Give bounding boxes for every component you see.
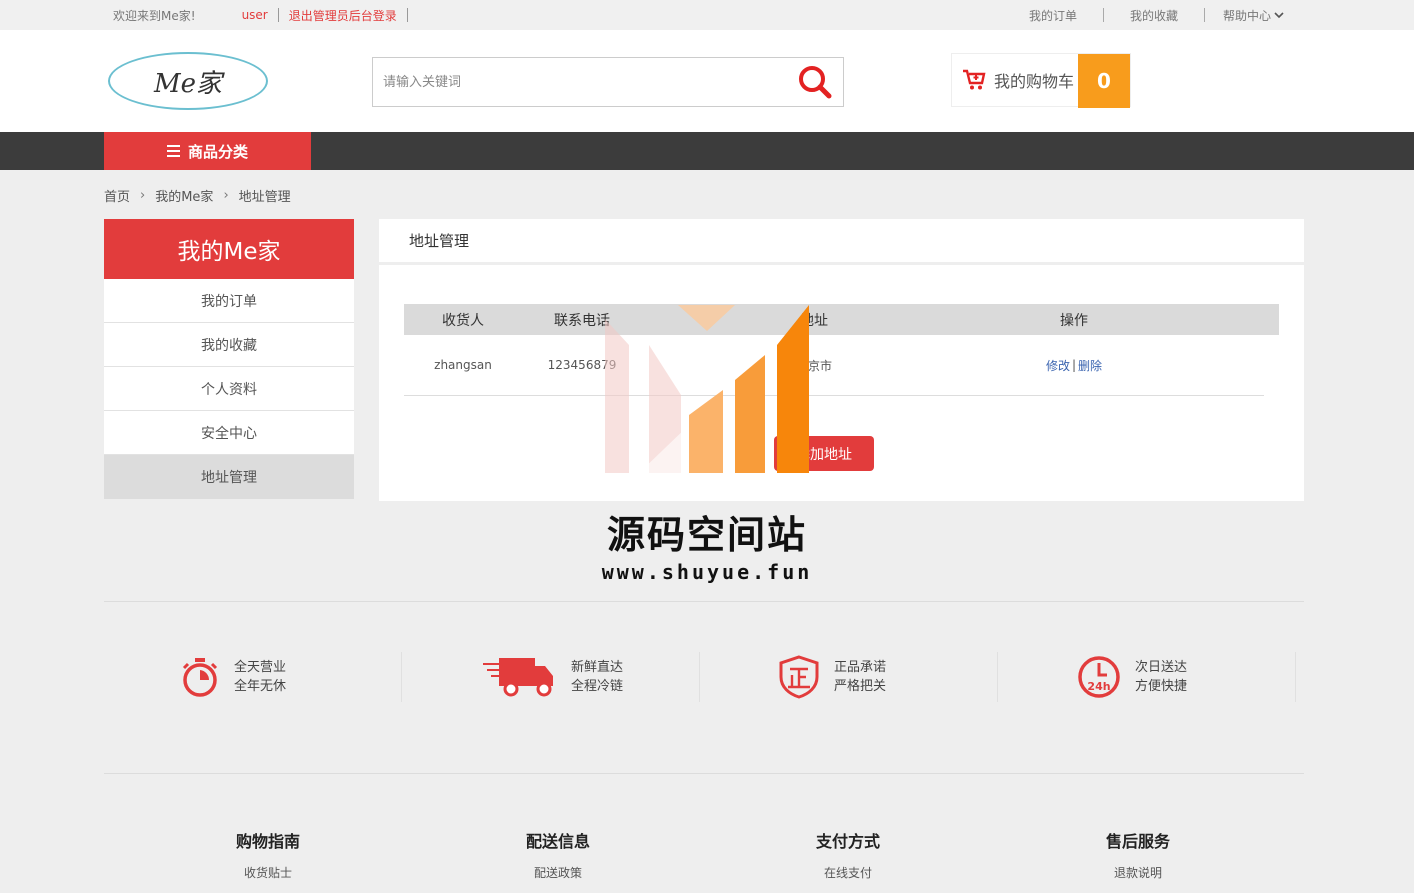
svg-text:24h: 24h xyxy=(1087,680,1110,693)
footer-heading: 购物指南 xyxy=(235,832,300,851)
column-header-actions: 操作 xyxy=(1060,312,1088,329)
sidebar-item-security[interactable]: 安全中心 xyxy=(104,411,354,455)
chevron-down-icon xyxy=(1274,12,1284,19)
site-logo[interactable]: Me家 xyxy=(108,52,268,110)
footer-heading: 配送信息 xyxy=(525,832,590,851)
edit-link[interactable]: 修改 xyxy=(1046,357,1070,374)
feature-genuine: 正品承诺 严格把关 xyxy=(778,652,886,702)
my-favorites-link[interactable]: 我的收藏 xyxy=(1104,7,1204,24)
clock-24h-icon: 24h xyxy=(1078,656,1120,698)
help-center-dropdown[interactable]: 帮助中心 xyxy=(1205,7,1284,24)
action-separator: | xyxy=(1071,358,1077,372)
menu-icon xyxy=(166,145,180,157)
sidebar-title: 我的Me家 xyxy=(104,219,354,279)
footer-column-payment: 支付方式 在线支付 xyxy=(768,828,928,881)
feature-line2: 全程冷链 xyxy=(571,679,624,694)
category-label: 商品分类 xyxy=(187,142,248,161)
search-box xyxy=(372,57,844,107)
column-header-recipient: 收货人 xyxy=(442,312,484,329)
breadcrumb-my-me[interactable]: 我的Me家 xyxy=(155,186,213,205)
account-sidebar: 我的Me家 我的订单 我的收藏 个人资料 安全中心 地址管理 xyxy=(104,219,354,499)
delivery-truck-icon xyxy=(483,658,553,697)
username-link[interactable]: user xyxy=(242,8,268,22)
stopwatch-icon xyxy=(182,658,218,697)
sidebar-item-my-favorites[interactable]: 我的收藏 xyxy=(104,323,354,367)
my-orders-link[interactable]: 我的订单 xyxy=(1003,7,1103,24)
watermark-title: 源码空间站 xyxy=(606,513,807,557)
divider xyxy=(104,601,1304,602)
feature-line2: 全年无休 xyxy=(234,679,287,694)
feature-line1: 全天营业 xyxy=(234,660,287,675)
watermark-url: www.shuyue.fun xyxy=(601,560,813,584)
feature-line1: 新鲜直达 xyxy=(571,660,624,675)
breadcrumb-current: 地址管理 xyxy=(238,189,291,205)
sidebar-item-address[interactable]: 地址管理 xyxy=(104,455,354,499)
feature-line2: 严格把关 xyxy=(834,679,887,694)
divider xyxy=(277,8,279,22)
logout-link[interactable]: 退出管理员后台登录 xyxy=(289,7,397,24)
feature-line1: 正品承诺 xyxy=(834,660,887,675)
feature-text: 正品承诺 严格把关 xyxy=(834,658,886,696)
table-header: 收货人 联系电话 地址 操作 xyxy=(404,304,1279,335)
footer-heading: 售后服务 xyxy=(1105,832,1170,851)
chevron-right-icon: › xyxy=(140,187,146,203)
feature-next-day: 24h 次日送达 方便快捷 xyxy=(1077,652,1187,702)
feature-text: 次日送达 方便快捷 xyxy=(1135,658,1187,696)
welcome-text: 欢迎来到Me家! xyxy=(113,8,196,23)
footer-column-delivery: 配送信息 配送政策 xyxy=(478,828,638,881)
footer-column-shopping-guide: 购物指南 收货贴士 xyxy=(188,828,348,881)
search-input[interactable] xyxy=(383,58,783,106)
delete-link[interactable]: 删除 xyxy=(1078,357,1102,374)
category-menu-button[interactable]: 商品分类 xyxy=(104,132,311,170)
sidebar-item-profile[interactable]: 个人资料 xyxy=(104,367,354,411)
footer-link[interactable]: 配送政策 xyxy=(478,864,638,881)
cart-label: 我的购物车 xyxy=(994,72,1075,91)
chevron-right-icon: › xyxy=(223,187,229,203)
divider xyxy=(401,652,402,702)
top-bar-right: 我的订单 我的收藏 帮助中心 xyxy=(1003,0,1284,30)
shield-genuine-icon xyxy=(779,655,819,699)
main-nav: 商品分类 xyxy=(0,132,1414,170)
site-header: Me家 我的购物车 0 xyxy=(0,30,1414,132)
help-center-label: 帮助中心 xyxy=(1222,8,1271,23)
feature-line1: 次日送达 xyxy=(1135,660,1188,675)
divider xyxy=(997,652,998,702)
divider xyxy=(104,773,1304,774)
shopping-cart-button[interactable]: 我的购物车 0 xyxy=(951,53,1131,108)
feature-line2: 方便快捷 xyxy=(1135,679,1188,694)
breadcrumb-home[interactable]: 首页 xyxy=(104,186,130,205)
feature-text: 全天营业 全年无休 xyxy=(234,658,286,696)
logo-text: Me家 xyxy=(153,68,222,99)
footer-heading: 支付方式 xyxy=(815,832,880,851)
search-button[interactable] xyxy=(795,64,835,100)
divider xyxy=(406,8,408,22)
cell-recipient: zhangsan xyxy=(434,358,492,372)
top-bar-left: 欢迎来到Me家! user 退出管理员后台登录 xyxy=(113,0,418,30)
top-bar: 欢迎来到Me家! user 退出管理员后台登录 我的订单 我的收藏 帮助中心 xyxy=(0,0,1414,30)
address-table: 收货人 联系电话 地址 操作 zhangsan 123456879 北京市 修改… xyxy=(404,304,1279,396)
footer-link[interactable]: 收货贴士 xyxy=(188,864,348,881)
table-row: zhangsan 123456879 北京市 修改 | 删除 xyxy=(404,335,1264,396)
feature-all-day: 全天营业 全年无休 xyxy=(180,652,286,702)
watermark-logo xyxy=(605,305,809,473)
sidebar-item-my-orders[interactable]: 我的订单 xyxy=(104,279,354,323)
cell-actions: 修改 | 删除 xyxy=(984,335,1164,395)
panel-title: 地址管理 xyxy=(379,219,1304,265)
footer-link[interactable]: 在线支付 xyxy=(768,864,928,881)
address-panel: 地址管理 收货人 联系电话 地址 操作 zhangsan 123456879 北… xyxy=(379,219,1304,501)
feature-text: 新鲜直达 全程冷链 xyxy=(571,658,623,696)
footer-column-after-sales: 售后服务 退款说明 xyxy=(1058,828,1218,881)
feature-fresh-delivery: 新鲜直达 全程冷链 xyxy=(481,652,623,702)
cart-icon xyxy=(962,69,986,91)
divider xyxy=(699,652,700,702)
search-icon xyxy=(799,66,832,99)
divider xyxy=(1295,652,1296,702)
breadcrumb: 首页 › 我的Me家 › 地址管理 xyxy=(104,185,291,205)
footer-link[interactable]: 退款说明 xyxy=(1058,864,1218,881)
cart-count-badge: 0 xyxy=(1078,54,1130,108)
